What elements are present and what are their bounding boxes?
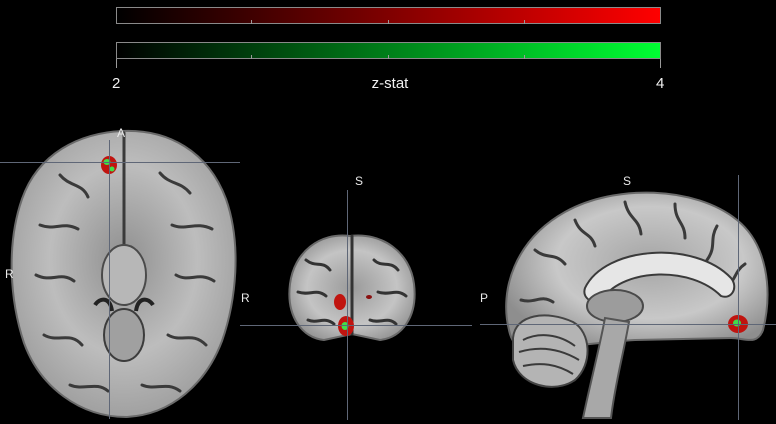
axial-crosshair-horizontal	[0, 162, 240, 163]
colorbar-tick	[524, 20, 525, 24]
coronal-crosshair-horizontal	[240, 325, 472, 326]
colorbar-end-tick	[116, 59, 117, 68]
sagittal-crosshair-horizontal	[480, 324, 776, 325]
sagittal-crosshair-vertical	[738, 175, 739, 420]
colorbar-min-label: 2	[112, 75, 121, 92]
sagittal-posterior-label: P	[480, 291, 489, 305]
coronal-superior-label: S	[355, 174, 364, 188]
sagittal-superior-label: S	[623, 174, 632, 188]
colorbar-title: z-stat	[371, 75, 409, 92]
axial-right-label: R	[5, 267, 14, 281]
colorbar-tick	[251, 55, 252, 59]
colorbar-end-tick	[660, 59, 661, 68]
axial-crosshair-vertical	[109, 140, 110, 419]
axial-anterior-label: A	[117, 126, 126, 140]
coronal-crosshair-vertical	[347, 190, 348, 420]
sagittal-brain-slice	[505, 191, 769, 419]
colorbar-tick	[251, 20, 252, 24]
coronal-right-label: R	[241, 291, 250, 305]
coronal-brain-slice	[288, 234, 416, 342]
colorbar-tick	[388, 55, 389, 59]
colorbar-max-label: 4	[656, 75, 665, 92]
colorbar-tick	[388, 20, 389, 24]
axial-brain-slice	[10, 129, 237, 419]
colorbar-tick	[524, 55, 525, 59]
